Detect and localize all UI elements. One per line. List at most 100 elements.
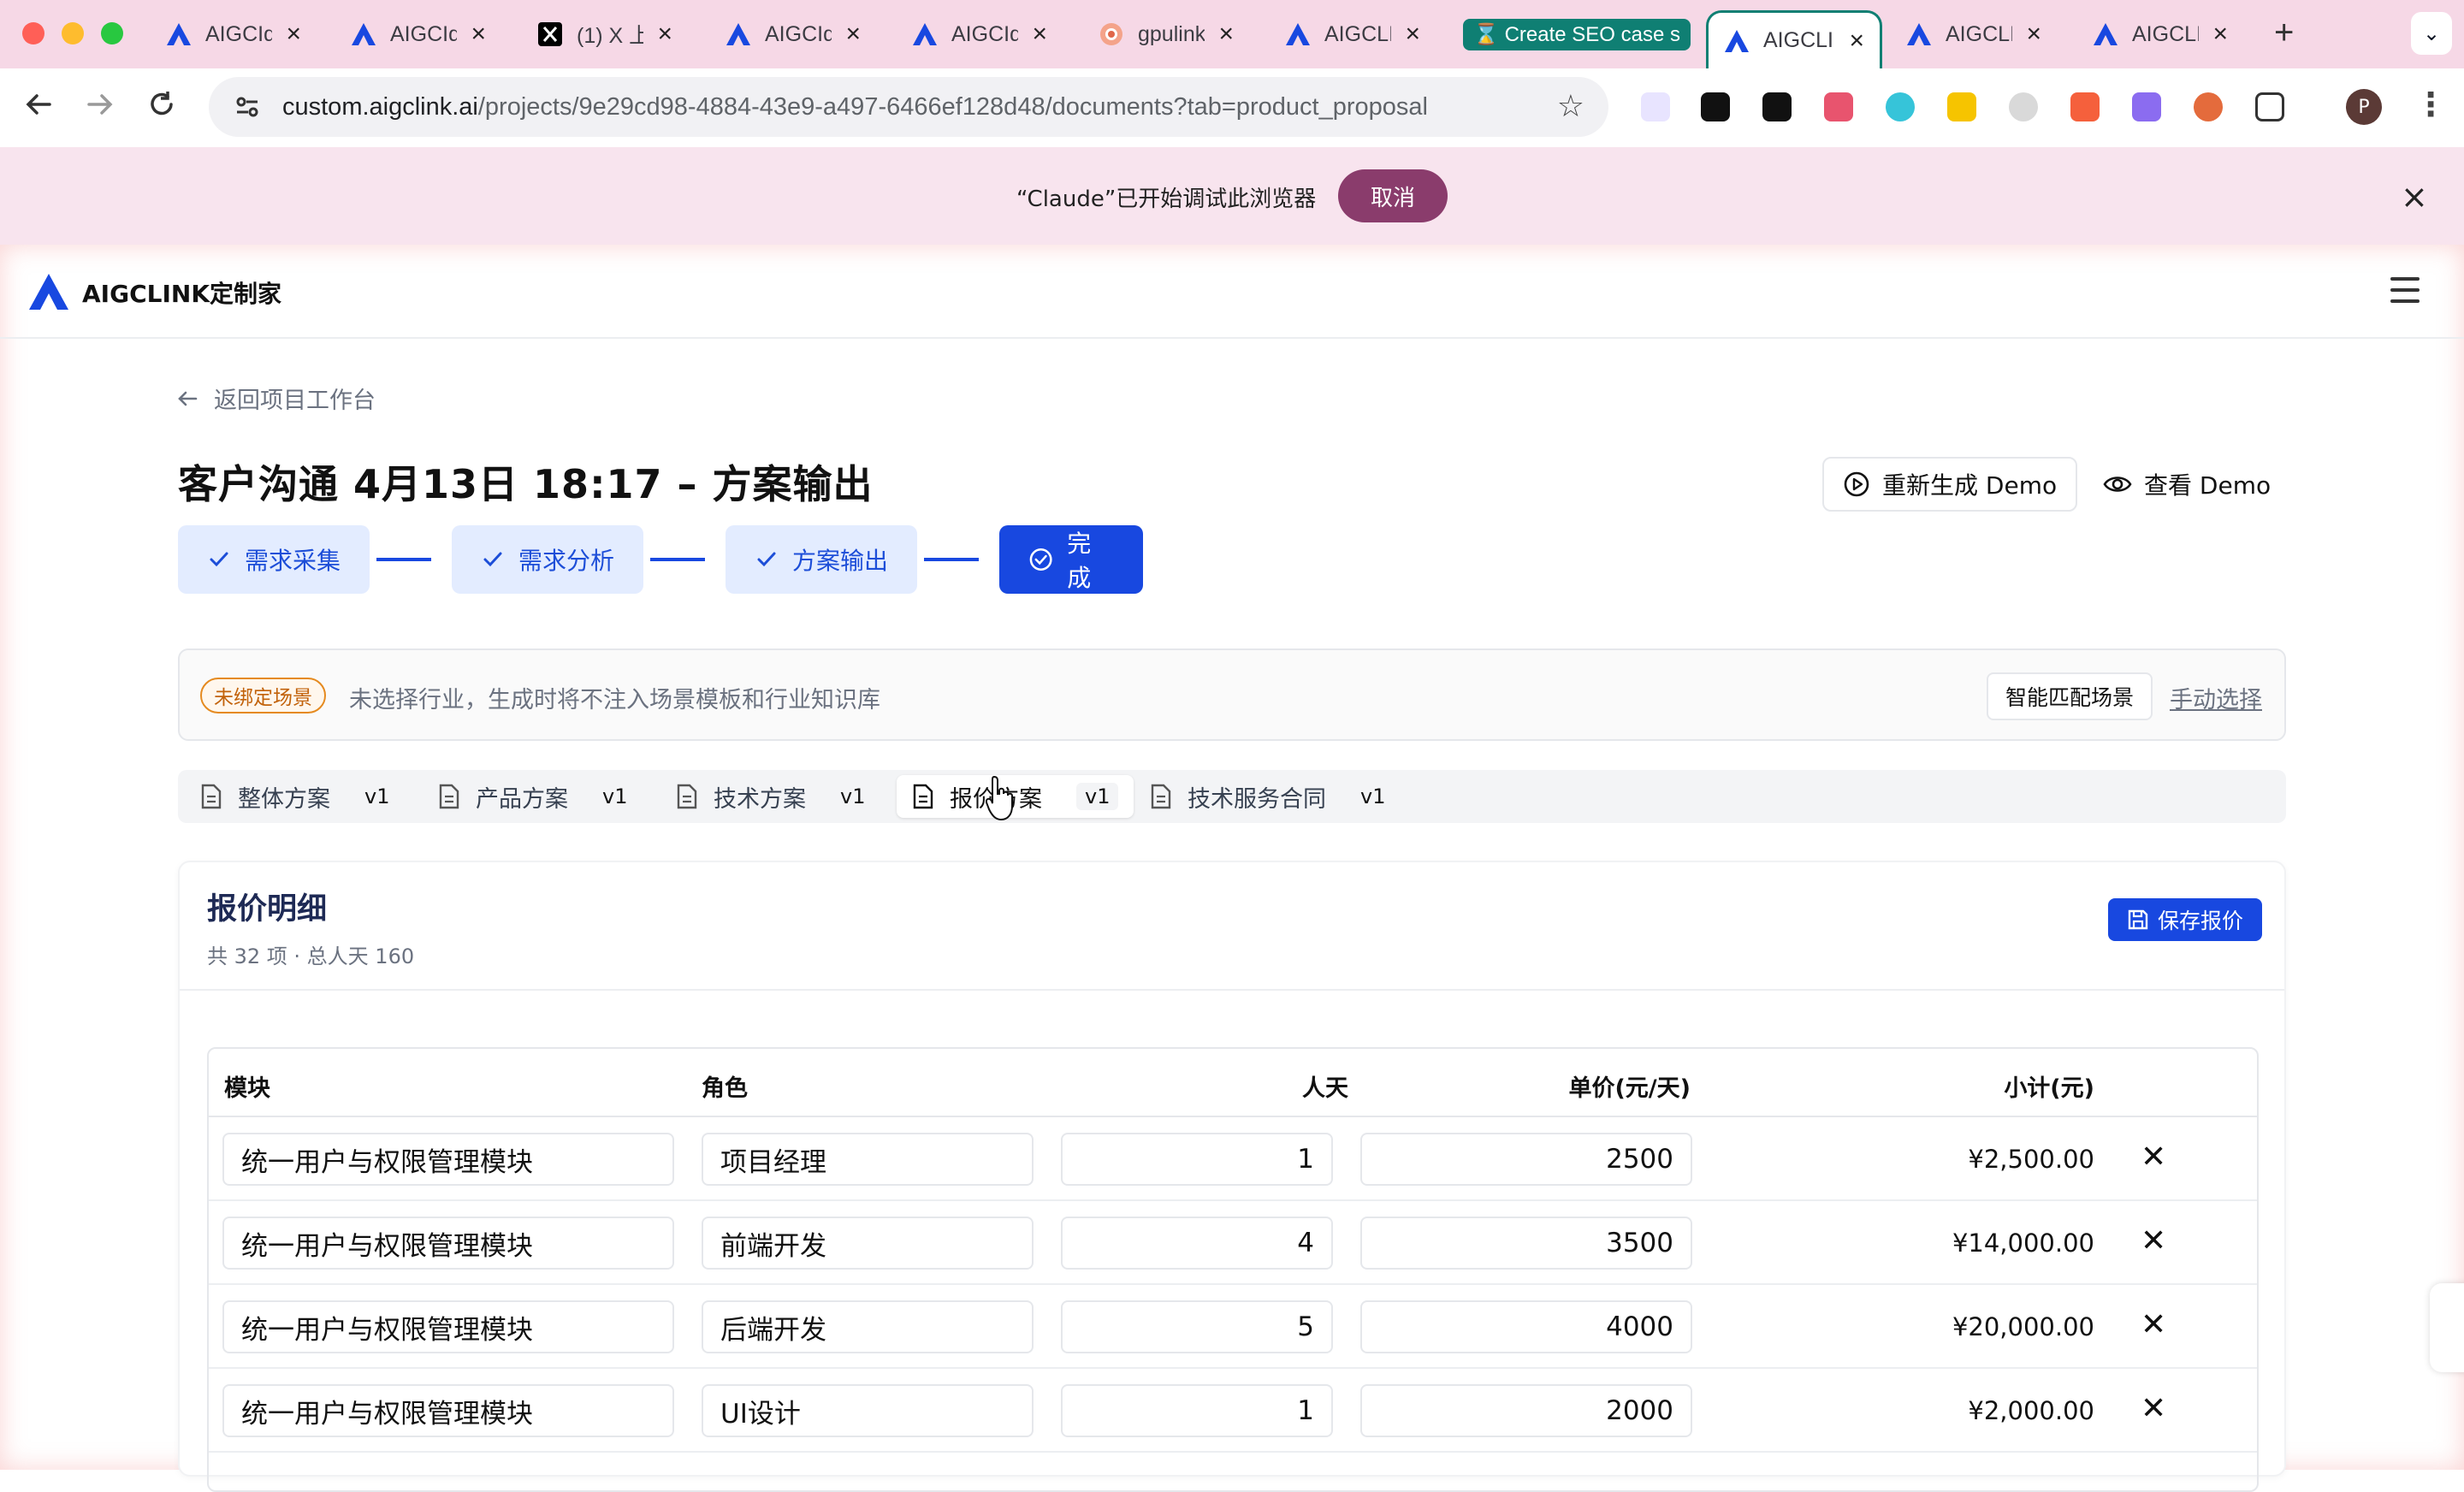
browser-menu-icon[interactable]: ⋮ xyxy=(2414,86,2447,123)
unit-price-input[interactable]: 3500 xyxy=(1360,1217,1692,1270)
profile-avatar[interactable]: P xyxy=(2346,89,2382,125)
tab-group-chip[interactable]: ⌛ Create SEO case s xyxy=(1463,18,1691,50)
close-window-button[interactable] xyxy=(22,22,44,44)
column-header-unit-price: 单价(元/天) xyxy=(1568,1075,1691,1102)
site-settings-icon[interactable] xyxy=(234,94,260,120)
extension-icon[interactable] xyxy=(1762,92,1792,121)
delete-row-icon[interactable]: ✕ xyxy=(2141,1140,2166,1175)
extension-icon[interactable] xyxy=(2070,92,2100,121)
days-input[interactable]: 4 xyxy=(1061,1217,1333,1270)
unit-price-input[interactable]: 4000 xyxy=(1360,1300,1692,1353)
close-tab-icon[interactable]: × xyxy=(471,20,486,49)
tab-product-proposal[interactable]: 产品方案 v1 xyxy=(423,775,643,818)
extensions-puzzle-icon[interactable] xyxy=(2255,92,2284,121)
step-complete[interactable]: 完成 xyxy=(999,525,1143,594)
maximize-window-button[interactable] xyxy=(101,22,123,44)
extension-icon[interactable] xyxy=(2194,92,2223,121)
module-input[interactable]: 统一用户与权限管理模块 xyxy=(222,1217,674,1270)
hamburger-menu-icon[interactable] xyxy=(2390,277,2420,303)
days-input[interactable]: 5 xyxy=(1061,1300,1333,1353)
role-input[interactable]: 项目经理 xyxy=(702,1133,1034,1186)
close-tab-icon[interactable]: × xyxy=(1405,20,1420,49)
close-tab-icon[interactable]: × xyxy=(2212,20,2228,49)
app-root: AIGCLINK定制家 返回项目工作台 客户沟通 4月13日 18:17 – 方… xyxy=(0,245,2464,1492)
close-tab-icon[interactable]: × xyxy=(1849,27,1864,56)
aigclink-logo-icon xyxy=(1906,21,1932,47)
close-tab-icon[interactable]: × xyxy=(1218,20,1234,49)
url-text[interactable]: custom.aigclink.ai/projects/9e29cd98-488… xyxy=(282,93,1428,121)
browser-tab-active[interactable]: AIGCLI × xyxy=(1706,10,1882,68)
back-to-workspace-link[interactable]: 返回项目工作台 xyxy=(176,382,376,415)
browser-tab[interactable]: ⌛ Create SEO case s xyxy=(1458,12,1692,56)
step-requirement-analysis[interactable]: 需求分析 xyxy=(452,525,643,594)
document-icon xyxy=(1151,784,1171,809)
brand-name[interactable]: AIGCLINK定制家 xyxy=(82,275,281,310)
close-tab-icon[interactable]: × xyxy=(2026,20,2041,49)
unit-price-input[interactable]: 2500 xyxy=(1360,1133,1692,1186)
role-input[interactable]: 后端开发 xyxy=(702,1300,1034,1353)
extension-icon[interactable] xyxy=(2132,92,2161,121)
regenerate-demo-button[interactable]: 重新生成 Demo xyxy=(1822,457,2078,512)
save-quote-button[interactable]: 保存报价 xyxy=(2108,898,2263,941)
aigclink-logo-icon xyxy=(912,21,938,47)
tab-technical-proposal[interactable]: 技术方案 v1 xyxy=(660,775,880,818)
column-header-module: 模块 xyxy=(224,1075,270,1102)
unit-price-input[interactable]: 2000 xyxy=(1360,1384,1692,1437)
delete-row-icon[interactable]: ✕ xyxy=(2141,1391,2166,1426)
bookmark-star-icon[interactable]: ☆ xyxy=(1557,89,1584,124)
browser-tab[interactable]: (1) X 上 × xyxy=(522,12,688,56)
module-input[interactable]: 统一用户与权限管理模块 xyxy=(222,1384,674,1437)
extension-icon[interactable] xyxy=(1947,92,1976,121)
new-tab-button[interactable]: + xyxy=(2274,14,2294,52)
minimize-window-button[interactable] xyxy=(62,22,84,44)
table-row: 统一用户与权限管理模块 前端开发 4 3500 ¥14,000.00 ✕ xyxy=(209,1201,2257,1285)
smart-match-scene-button[interactable]: 智能匹配场景 xyxy=(1987,672,2153,720)
browser-tab[interactable]: gpulink × xyxy=(1083,12,1249,56)
extension-icon[interactable] xyxy=(1886,92,1915,121)
side-panel-handle[interactable] xyxy=(2430,1283,2464,1372)
browser-tab[interactable]: AIGCLI × xyxy=(1891,12,2057,56)
pointer-cursor-icon xyxy=(986,775,1013,821)
infobar-close-icon[interactable]: × xyxy=(2401,178,2428,216)
browser-tab[interactable]: AIGCId × xyxy=(151,12,317,56)
step-proposal-output[interactable]: 方案输出 xyxy=(726,525,917,594)
module-input[interactable]: 统一用户与权限管理模块 xyxy=(222,1133,674,1186)
back-button[interactable] xyxy=(24,89,53,127)
days-input[interactable]: 1 xyxy=(1061,1384,1333,1437)
close-tab-icon[interactable]: × xyxy=(1032,20,1047,49)
address-bar[interactable]: custom.aigclink.ai/projects/9e29cd98-488… xyxy=(209,77,1608,137)
arrow-right-icon xyxy=(87,94,113,115)
check-circle-icon xyxy=(1029,548,1052,571)
column-header-subtotal: 小计(元) xyxy=(2004,1075,2094,1102)
extension-icon[interactable] xyxy=(1701,92,1730,121)
extension-icon[interactable] xyxy=(2009,92,2038,121)
delete-row-icon[interactable]: ✕ xyxy=(2141,1307,2166,1342)
step-requirement-collection[interactable]: 需求采集 xyxy=(178,525,370,594)
quote-detail-card: 报价明细 共 32 项 · 总人天 160 保存报价 模块 角色 人天 单价(元… xyxy=(178,861,2286,1492)
extension-icon[interactable] xyxy=(1641,92,1670,121)
extension-icon[interactable] xyxy=(1824,92,1853,121)
tab-service-contract[interactable]: 技术服务合同 v1 xyxy=(1134,775,1401,818)
module-input[interactable]: 统一用户与权限管理模块 xyxy=(222,1300,674,1353)
browser-tab[interactable]: AIGCLI × xyxy=(1270,12,1436,56)
delete-row-icon[interactable]: ✕ xyxy=(2141,1223,2166,1258)
tab-search-button[interactable]: ⌄ xyxy=(2411,12,2452,55)
manual-select-link[interactable]: 手动选择 xyxy=(2170,681,2262,714)
browser-tab[interactable]: AIGCId × xyxy=(710,12,876,56)
forward-button[interactable] xyxy=(86,89,115,127)
play-circle-icon xyxy=(1844,471,1869,497)
close-tab-icon[interactable]: × xyxy=(657,20,672,49)
role-input[interactable]: UI设计 xyxy=(702,1384,1034,1437)
tab-overall-proposal[interactable]: 整体方案 v1 xyxy=(185,775,405,818)
browser-tab[interactable]: AIGCLI × xyxy=(2077,12,2243,56)
reload-button[interactable] xyxy=(147,89,176,127)
role-input[interactable]: 前端开发 xyxy=(702,1217,1034,1270)
days-input[interactable]: 1 xyxy=(1061,1133,1333,1186)
aigclink-logo-icon[interactable] xyxy=(27,272,70,311)
close-tab-icon[interactable]: × xyxy=(286,20,301,49)
close-tab-icon[interactable]: × xyxy=(845,20,861,49)
infobar-cancel-button[interactable]: 取消 xyxy=(1338,169,1448,222)
view-demo-button[interactable]: 查看 Demo xyxy=(2088,457,2286,512)
browser-tab[interactable]: AIGCId × xyxy=(897,12,1063,56)
browser-tab[interactable]: AIGCId × xyxy=(335,12,501,56)
